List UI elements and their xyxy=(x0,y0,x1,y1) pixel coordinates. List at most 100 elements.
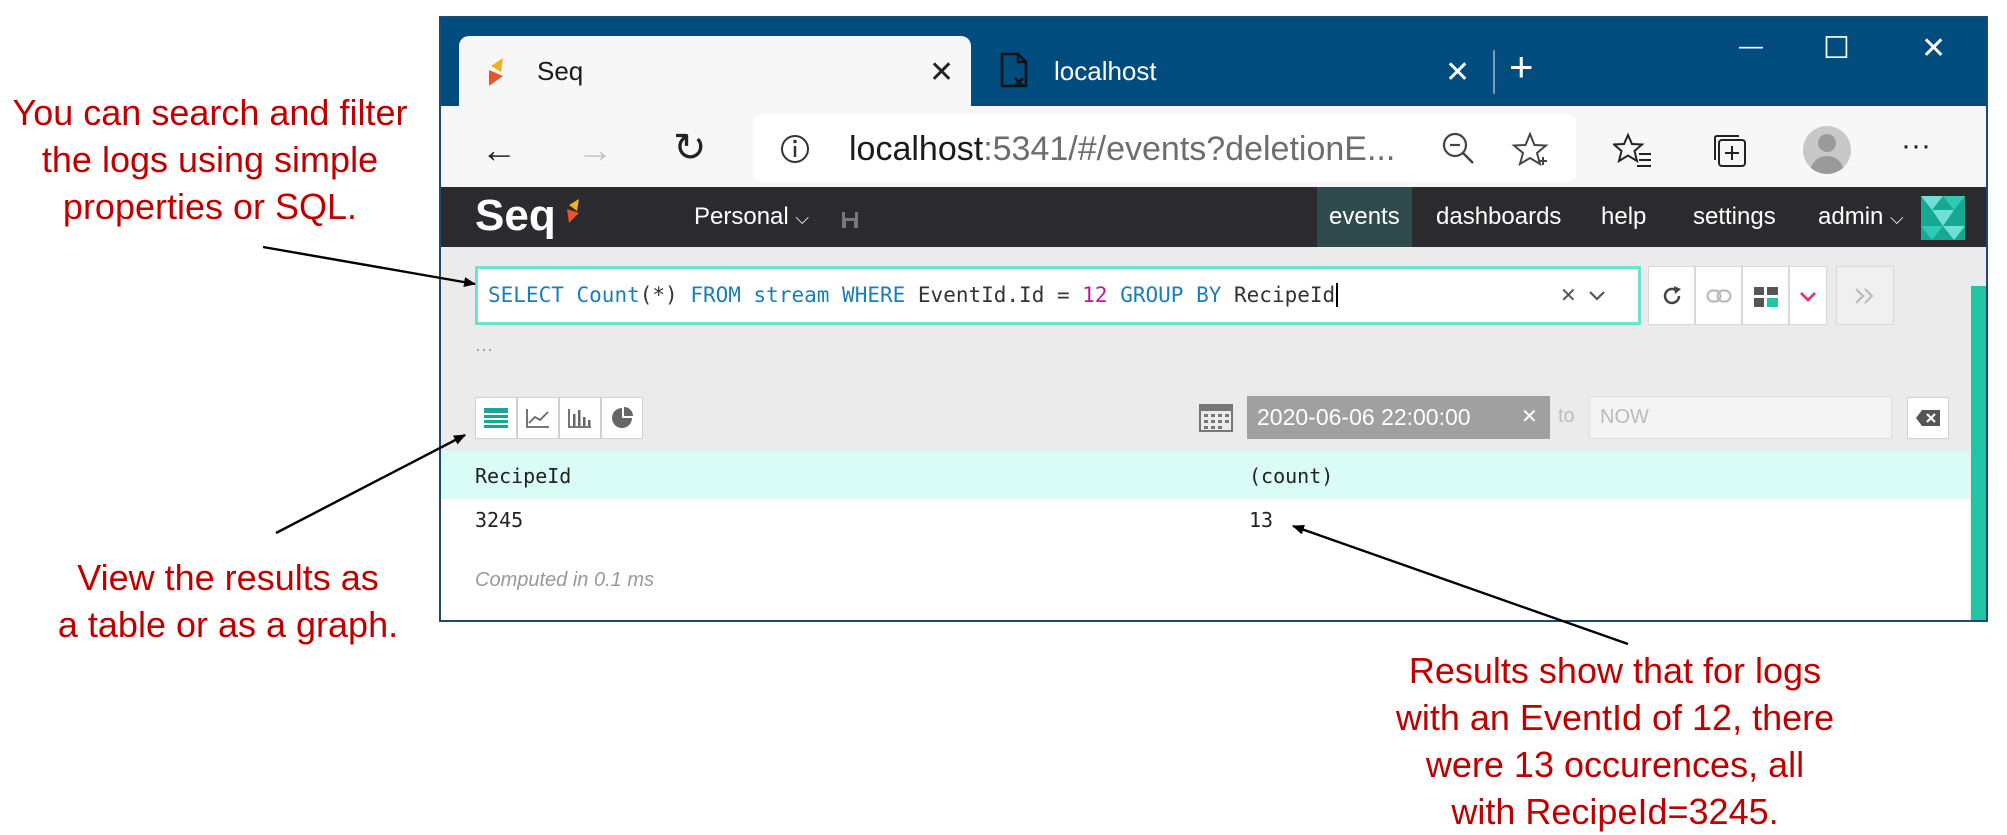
line-chart-view-button[interactable] xyxy=(517,397,559,439)
query-token: EventId.Id = xyxy=(917,283,1083,307)
profile-avatar[interactable] xyxy=(1803,126,1851,174)
history-chevron-icon[interactable] xyxy=(1588,289,1606,303)
workspace-label: Personal xyxy=(694,203,789,230)
pie-chart-icon xyxy=(612,407,633,428)
expand-signals-button[interactable] xyxy=(1836,266,1894,325)
query-token: (*) xyxy=(639,283,691,307)
annotation-line: View the results as xyxy=(77,557,379,598)
nav-settings[interactable]: settings xyxy=(1681,187,1788,247)
search-query-input[interactable]: SELECT Count(*) FROM stream WHERE EventI… xyxy=(475,266,1641,325)
seq-favicon-icon xyxy=(489,58,503,86)
annotation-line: properties or SQL. xyxy=(62,186,358,227)
calendar-icon[interactable] xyxy=(1199,404,1233,432)
nav-admin[interactable]: admin ⌵ xyxy=(1806,187,1916,247)
workspace-dropdown[interactable]: Personal ⌵ xyxy=(694,203,809,231)
bar-chart-icon xyxy=(568,409,591,428)
seq-logo-flame-icon xyxy=(567,199,579,223)
annotation-view: View the results as a table or as a grap… xyxy=(28,554,428,648)
close-tab-icon[interactable]: ✕ xyxy=(1445,58,1470,88)
query-token: SELECT xyxy=(488,283,577,307)
page-error-icon xyxy=(1000,52,1028,88)
address-url[interactable]: localhost:5341/#/events?deletionE... xyxy=(849,130,1395,169)
save-icon[interactable] xyxy=(841,211,859,229)
tab-title-localhost[interactable]: localhost xyxy=(1054,56,1157,87)
nav-events[interactable]: events xyxy=(1317,187,1412,247)
date-to-placeholder: NOW xyxy=(1600,406,1649,428)
date-from-value: 2020-06-06 22:00:00 xyxy=(1257,404,1471,430)
browser-window: Seq ✕ localhost ✕ + — ☐ ✕ ← → ↻ localhos… xyxy=(439,16,1988,622)
annotation-line: were 13 occurences, all xyxy=(1425,744,1805,785)
minimize-button[interactable]: — xyxy=(1739,32,1763,62)
nav-dashboards[interactable]: dashboards xyxy=(1424,187,1573,247)
user-avatar-icon[interactable] xyxy=(1921,196,1965,240)
results-header-row: RecipeId (count) xyxy=(441,451,1970,499)
nav-help[interactable]: help xyxy=(1589,187,1658,247)
query-token: Count xyxy=(576,283,640,307)
annotation-line: with an EventId of 12, there xyxy=(1395,697,1835,738)
annotation-line: Results show that for logs xyxy=(1408,650,1822,691)
favorite-star-icon[interactable] xyxy=(1511,131,1549,169)
link-button[interactable] xyxy=(1695,266,1742,325)
info-icon[interactable] xyxy=(779,133,811,165)
clear-query-icon[interactable]: ✕ xyxy=(1560,283,1577,308)
back-button[interactable]: ← xyxy=(481,132,517,168)
to-label: to xyxy=(1558,405,1575,427)
favorites-list-icon[interactable] xyxy=(1613,132,1653,170)
query-token: GROUP BY xyxy=(1120,283,1235,307)
column-header-count: (count) xyxy=(1249,464,1334,488)
events-content: SELECT Count(*) FROM stream WHERE EventI… xyxy=(441,247,1986,620)
close-tab-icon[interactable]: ✕ xyxy=(929,58,954,88)
double-chevron-right-icon xyxy=(1855,288,1874,304)
zoom-out-icon[interactable] xyxy=(1441,131,1477,167)
query-token: stream xyxy=(753,283,843,307)
refresh-icon xyxy=(1663,286,1681,305)
chevron-down-icon: ⌵ xyxy=(1890,208,1904,228)
annotation-line: You can search and filter xyxy=(12,92,408,133)
refresh-button[interactable]: ↻ xyxy=(673,128,707,168)
avatar-body xyxy=(1810,156,1844,174)
avatar-head xyxy=(1818,134,1836,152)
forward-button[interactable]: → xyxy=(577,132,613,168)
tab-seq[interactable]: Seq ✕ xyxy=(459,36,971,108)
address-bar[interactable]: localhost:5341/#/events?deletionE... xyxy=(753,114,1576,182)
close-window-button[interactable]: ✕ xyxy=(1921,34,1946,64)
table-view-button[interactable] xyxy=(475,397,517,439)
nav-admin-label: admin xyxy=(1818,203,1884,230)
cell-count: 13 xyxy=(1249,508,1274,532)
backspace-icon xyxy=(1916,410,1940,426)
seq-logo-text: Seq xyxy=(475,191,556,240)
new-tab-button[interactable]: + xyxy=(1509,46,1534,88)
url-path: :5341/#/events?deletionE... xyxy=(983,130,1396,168)
signal-dropdown-button[interactable] xyxy=(1789,266,1827,325)
annotation-line: with RecipeId=3245. xyxy=(1451,791,1779,832)
refresh-query-button[interactable] xyxy=(1648,266,1695,325)
seq-logo[interactable]: Seq xyxy=(475,191,556,241)
results-table: RecipeId (count) 3245 13 Computed in 0.1… xyxy=(441,451,1970,620)
tab-bar: Seq ✕ localhost ✕ + — ☐ ✕ xyxy=(441,18,1986,108)
scrollbar[interactable] xyxy=(1971,286,1986,620)
pie-chart-view-button[interactable] xyxy=(601,397,643,439)
clear-date-icon[interactable]: ✕ xyxy=(1521,396,1538,439)
collections-icon[interactable] xyxy=(1711,132,1749,170)
dashboard-icon xyxy=(1753,287,1778,307)
chevron-down-icon: ⌵ xyxy=(795,208,810,228)
annotation-results: Results show that for logs with an Event… xyxy=(1360,647,1870,835)
more-menu-icon[interactable]: ··· xyxy=(1901,128,1931,164)
computed-time: Computed in 0.1 ms xyxy=(475,569,654,591)
more-filters-ellipsis[interactable]: ··· xyxy=(475,339,493,360)
clear-range-button[interactable] xyxy=(1907,397,1949,439)
seq-header: Seq Personal ⌵ events dashboards help se… xyxy=(441,187,1986,247)
annotation-line: a table or as a graph. xyxy=(57,604,399,645)
text-cursor xyxy=(1336,283,1339,307)
browser-toolbar: ← → ↻ localhost:5341/#/events?deletionE.… xyxy=(441,106,1986,200)
bar-chart-view-button[interactable] xyxy=(559,397,601,439)
url-host: localhost xyxy=(849,130,984,168)
add-to-dashboard-button[interactable] xyxy=(1742,266,1789,325)
column-header-recipeid: RecipeId xyxy=(475,464,572,488)
date-to-field[interactable]: NOW xyxy=(1589,396,1892,439)
query-token: FROM xyxy=(690,283,754,307)
query-text[interactable]: SELECT Count(*) FROM stream WHERE EventI… xyxy=(488,283,1339,307)
date-from-field[interactable]: 2020-06-06 22:00:00 ✕ xyxy=(1247,396,1550,439)
cell-recipeid: 3245 xyxy=(475,508,524,532)
maximize-button[interactable]: ☐ xyxy=(1823,34,1850,64)
